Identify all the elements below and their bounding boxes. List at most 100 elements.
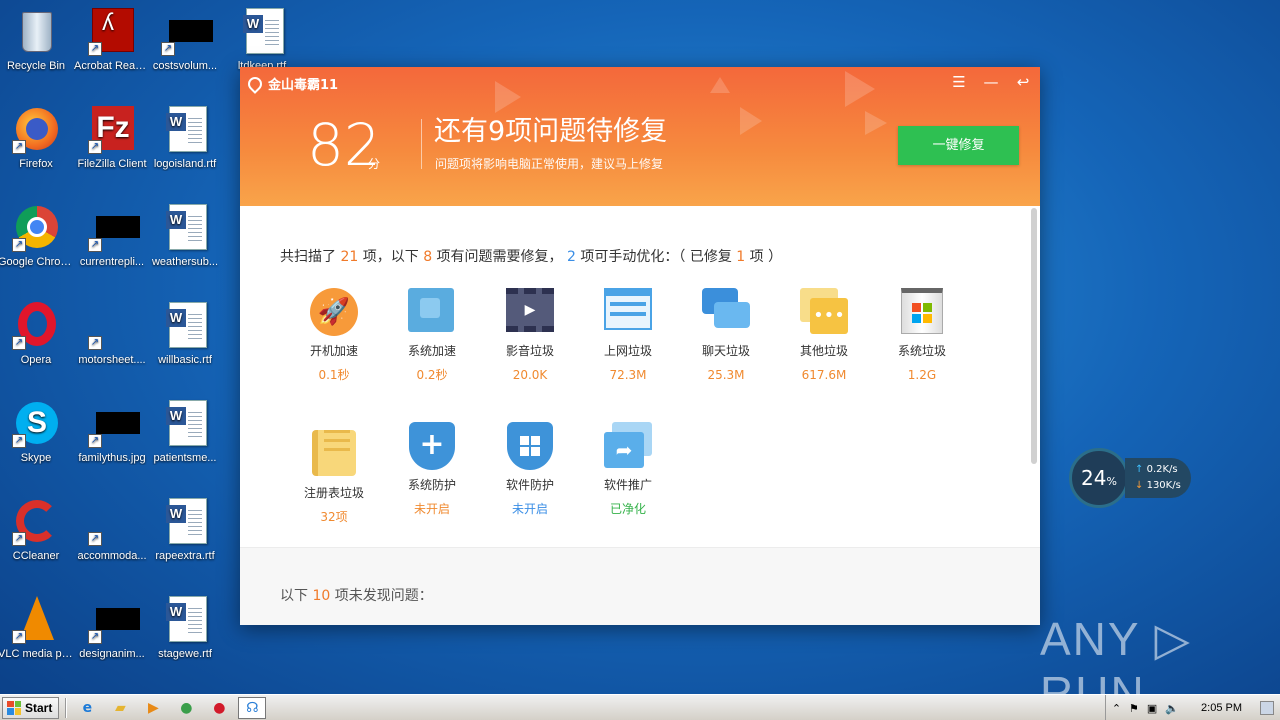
scroll-icon (310, 430, 358, 478)
scan-item[interactable]: 系统垃圾 1.2G (872, 288, 972, 382)
scan-item[interactable]: 上网垃圾 72.3M (578, 288, 678, 382)
desktop-icon-word-doc[interactable]: Wltdkeep.rtf (224, 8, 300, 73)
scan-item-value: 未开启 (511, 502, 548, 516)
word-doc-icon: W (161, 596, 209, 644)
desktop-icon-label: stagewe.rtf (158, 648, 212, 660)
chat-icon (702, 288, 750, 336)
scan-item-value: 72.3M (609, 368, 647, 382)
scan-item[interactable]: 软件防护 未开启 (480, 422, 580, 516)
word-doc-icon: W (161, 106, 209, 154)
kingsoft-logo-icon (245, 73, 265, 94)
no-issue-summary: 以下 10 项未发现问题： (280, 588, 433, 604)
desktop-icon-word-doc[interactable]: Wpatientsme... (147, 400, 223, 465)
scrollbar[interactable] (1031, 208, 1037, 464)
menu-icon[interactable]: ☰ (950, 73, 968, 91)
recycle-bin-icon (12, 8, 60, 56)
desktop-icon-vlc[interactable]: ↗ VLC media player (0, 596, 74, 661)
chrome-icon: ↗ (12, 204, 60, 252)
desktop-icon-word-doc[interactable]: Wrapeextra.rtf (147, 498, 223, 563)
opera-icon: ↗ (12, 302, 60, 350)
share-window-icon: ➦ (604, 422, 652, 470)
desktop-icon-word-doc[interactable]: Wlogoisland.rtf (147, 106, 223, 171)
desktop-icon-label: patientsme... (153, 452, 217, 464)
blank-file-icon: ↗ (88, 498, 136, 546)
system-tray: ⌃ ⚑ ▣ 🔈 2:05 PM (1104, 695, 1280, 720)
word-doc-icon: W (161, 498, 209, 546)
word-doc-icon: W (161, 204, 209, 252)
desktop-icon-label: weathersub... (151, 256, 219, 268)
desktop-icon-word-doc[interactable]: Wweathersub... (147, 204, 223, 269)
desktop-icon-black-file[interactable]: ↗ designanim... (74, 596, 150, 661)
upload-arrow-icon: ↑ (1135, 464, 1144, 475)
browser-icon (604, 288, 652, 336)
minimize-icon[interactable]: — (982, 73, 1000, 91)
desktop-icon-blank-file[interactable]: ↗ accommoda... (74, 498, 150, 563)
flag-icon[interactable]: ⚑ (1129, 702, 1139, 715)
ccleaner-icon: ↗ (12, 498, 60, 546)
desktop-icon-opera[interactable]: ↗ Opera (0, 302, 74, 367)
desktop-icon-acrobat[interactable]: ʎ↗ Acrobat Reader DC (74, 8, 150, 73)
network-speed-widget[interactable]: 24% ↑ 0.2K/s ↓ 130K/s (1069, 448, 1191, 508)
scan-item-value: 未开启 (413, 502, 450, 516)
scan-item-value: 25.3M (707, 368, 745, 382)
desktop-icon-ccleaner[interactable]: ↗ CCleaner (0, 498, 74, 563)
explorer-taskbar-icon[interactable]: ▰ (106, 697, 134, 719)
scan-item[interactable]: + 系统防护 未开启 (382, 422, 482, 516)
desktop-icon-filezilla[interactable]: Fz ↗ FileZilla Client (74, 106, 150, 171)
scan-item-value: 32项 (320, 510, 348, 524)
scan-item[interactable]: 聊天垃圾 25.3M (676, 288, 776, 382)
desktop-icon-label: costsvolum... (152, 60, 218, 72)
opera-taskbar-icon[interactable]: ● (205, 697, 233, 719)
desktop-icon-skype[interactable]: S ↗ Skype (0, 400, 74, 465)
scan-item-value: 已净化 (609, 502, 646, 516)
chrome-taskbar-icon[interactable]: ● (172, 697, 200, 719)
kingsoft-taskbar-icon[interactable]: ☊ (238, 696, 267, 719)
desktop-icon-firefox[interactable]: ↗ Firefox (0, 106, 74, 171)
score-unit: 分 (368, 157, 381, 171)
desktop-icon-label: FileZilla Client (77, 158, 147, 170)
desktop-icon-recycle-bin[interactable]: Recycle Bin (0, 8, 74, 73)
scan-item[interactable]: 注册表垃圾 32项 (284, 422, 384, 524)
show-desktop-icon[interactable] (1260, 701, 1274, 715)
scan-item[interactable]: 系统加速 0.2秒 (382, 288, 482, 382)
desktop-icon-label: willbasic.rtf (158, 354, 212, 366)
app-logo: 金山毒霸11 (245, 73, 339, 94)
desktop-icon-word-doc[interactable]: Wstagewe.rtf (147, 596, 223, 661)
desktop-icon-label: rapeextra.rtf (155, 550, 215, 562)
kingsoft-antivirus-window: 金山毒霸11 ☰ — ↩ 82 分 还有9项问题待修复 问题项将影响电脑正常使用… (240, 67, 1040, 625)
network-icon[interactable]: ▣ (1147, 702, 1157, 715)
word-doc-icon: W (161, 302, 209, 350)
clock[interactable]: 2:05 PM (1201, 702, 1242, 714)
windows-flag-icon (7, 700, 21, 715)
close-back-icon[interactable]: ↩ (1014, 73, 1032, 91)
desktop-icon-black-file[interactable]: ↗ currentrepli... (74, 204, 150, 269)
volume-icon[interactable]: 🔈 (1165, 702, 1179, 715)
ie-taskbar-icon[interactable]: e (73, 697, 101, 719)
shield-grid-icon (506, 422, 554, 470)
desktop-icon-chrome[interactable]: ↗ Google Chrome (0, 204, 74, 269)
film-icon: ▶ (506, 288, 554, 336)
scan-item[interactable]: ➦ 软件推广 已净化 (578, 422, 678, 516)
desktop-icon-label: accommoda... (77, 550, 147, 562)
desktop-icon-label: Google Chrome (0, 256, 74, 268)
desktop-icon-blank-file[interactable]: ↗ motorsheet.... (74, 302, 150, 367)
desktop-icon-black-file[interactable]: ↗ familythus.jpg (74, 400, 150, 465)
scan-item-name: 其他垃圾 (799, 344, 848, 358)
scan-item-value: 0.1秒 (318, 368, 350, 382)
black-file-icon: ↗ (161, 8, 213, 56)
app-title: 金山毒霸11 (268, 78, 339, 93)
scan-item[interactable]: 🚀 开机加速 0.1秒 (284, 288, 384, 382)
media-player-taskbar-icon[interactable]: ▶ (139, 697, 167, 719)
scan-item[interactable]: ••• 其他垃圾 617.6M (774, 288, 874, 382)
blank-file-icon: ↗ (88, 302, 136, 350)
one-click-fix-button[interactable]: 一键修复 (898, 126, 1019, 165)
word-doc-icon: W (161, 400, 209, 448)
scan-item[interactable]: ▶ 影音垃圾 20.0K (480, 288, 580, 382)
show-hidden-icon[interactable]: ⌃ (1112, 702, 1121, 715)
header-divider (421, 119, 422, 169)
cpu-usage-gauge: 24% (1069, 448, 1129, 508)
start-button[interactable]: Start (2, 696, 60, 719)
desktop-icon-black-file[interactable]: ↗ costsvolum... (147, 8, 223, 73)
vlc-icon: ↗ (12, 596, 60, 644)
desktop-icon-word-doc[interactable]: Wwillbasic.rtf (147, 302, 223, 367)
